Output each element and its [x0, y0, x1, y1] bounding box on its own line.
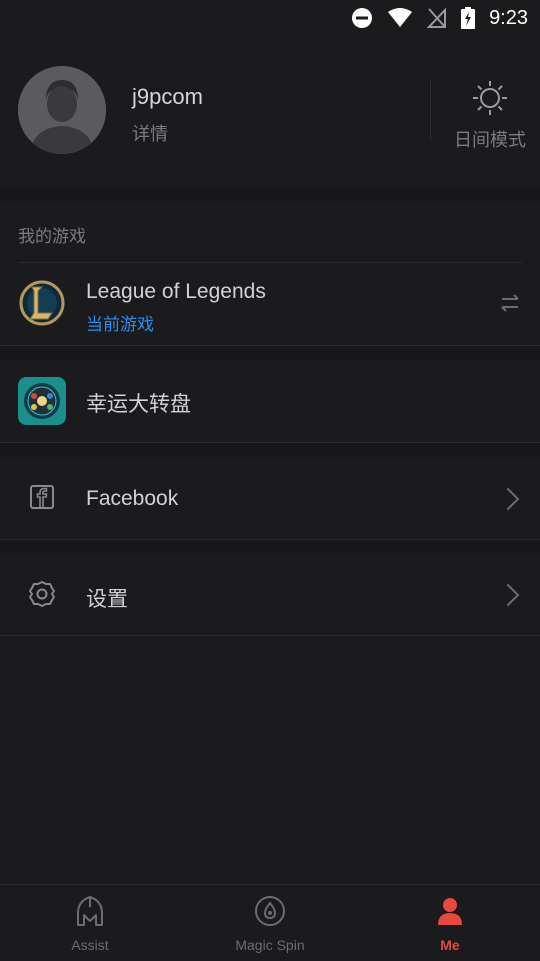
current-game-name: League of Legends [86, 280, 266, 303]
lucky-wheel-label: 幸运大转盘 [86, 393, 191, 416]
settings-gear-icon [29, 581, 55, 607]
magic-spin-icon [255, 896, 285, 926]
day-mode-label: 日间模式 [454, 130, 526, 151]
section-gap [0, 540, 540, 553]
details-link[interactable]: 详情 [132, 120, 168, 146]
status-time: 9:23 [489, 6, 528, 29]
profile-header: j9pcom 详情 日间模式 [0, 36, 540, 189]
do-not-disturb-icon [352, 8, 373, 28]
tab-label: Assist [71, 937, 109, 953]
username[interactable]: j9pcom [132, 84, 203, 110]
person-icon [438, 898, 462, 925]
header-divider [430, 80, 431, 140]
helmet-icon [77, 896, 103, 926]
tab-magic-spin[interactable]: Magic Spin [180, 885, 360, 961]
current-game-row[interactable]: League of Legends 当前游戏 [0, 263, 540, 346]
no-signal-icon [427, 7, 447, 28]
tab-me[interactable]: Me [360, 885, 540, 961]
section-gap [0, 443, 540, 457]
tab-label: Magic Spin [235, 937, 305, 953]
swap-icon[interactable] [500, 293, 520, 313]
tab-assist[interactable]: Assist [0, 885, 180, 961]
status-bar: 9:23 [0, 0, 540, 36]
settings-row[interactable]: 设置 [0, 553, 540, 636]
wifi-icon [388, 8, 413, 27]
avatar[interactable] [18, 66, 106, 154]
my-games-title: 我的游戏 [18, 227, 86, 247]
day-mode-toggle[interactable]: 日间模式 [440, 76, 540, 156]
chevron-right-icon [496, 583, 520, 607]
tab-label: Me [440, 937, 460, 953]
lucky-wheel-row[interactable]: 幸运大转盘 [0, 360, 540, 443]
league-of-legends-logo [18, 279, 66, 327]
facebook-row[interactable]: Facebook [0, 457, 540, 540]
status-icons: 9:23 [351, 6, 528, 30]
facebook-label: Facebook [86, 487, 179, 510]
avatar-placeholder-icon [18, 66, 106, 154]
bottom-tab-bar: Assist Magic Spin Me [0, 884, 540, 961]
lucky-wheel-app-icon [18, 377, 66, 425]
chevron-right-icon [496, 487, 520, 511]
section-gap [0, 188, 540, 201]
facebook-icon [30, 485, 54, 509]
settings-label: 设置 [86, 588, 128, 611]
battery-charging-icon [461, 7, 476, 29]
section-gap [0, 346, 540, 360]
current-game-subtitle: 当前游戏 [86, 315, 154, 335]
sun-icon [473, 81, 507, 115]
